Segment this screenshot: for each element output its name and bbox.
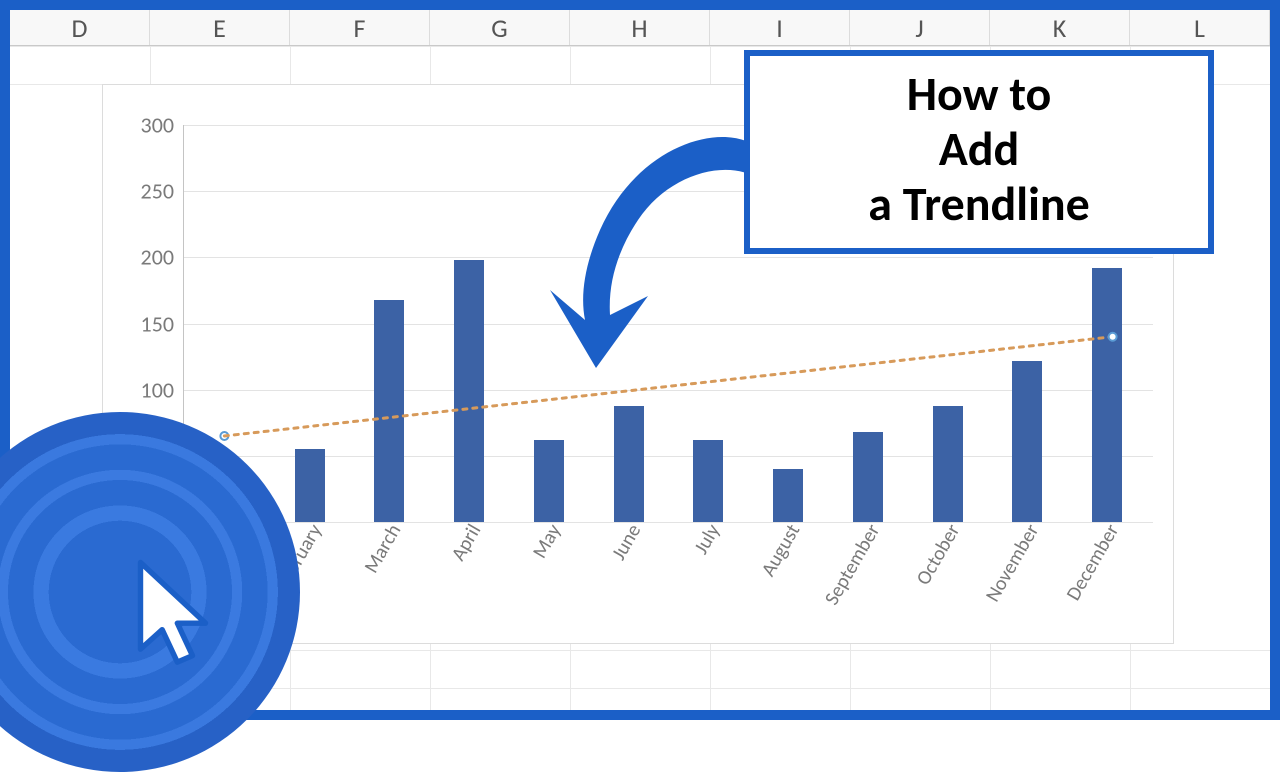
column-header-E[interactable]: E [150, 10, 290, 45]
chart-bar[interactable] [374, 300, 404, 522]
chart-trendline [184, 125, 484, 275]
x-axis-label: December [1062, 520, 1125, 605]
column-header-row: DEFGHIJKL [10, 10, 1270, 46]
chart-bar[interactable] [853, 432, 883, 522]
chart-bar[interactable] [933, 406, 963, 522]
chart-bar[interactable] [534, 440, 564, 522]
x-axis-label: November [981, 520, 1045, 606]
column-header-H[interactable]: H [570, 10, 710, 45]
column-header-D[interactable]: D [10, 10, 150, 45]
y-axis-tick: 200 [141, 244, 174, 271]
chart-bar[interactable] [773, 469, 803, 522]
x-axis-label: March [360, 520, 407, 577]
x-axis-label: August [757, 520, 806, 581]
column-header-I[interactable]: I [710, 10, 850, 45]
column-header-J[interactable]: J [850, 10, 990, 45]
chart-bar[interactable] [295, 449, 325, 522]
cursor-icon [118, 556, 228, 686]
y-axis-tick: 300 [141, 112, 174, 139]
chart-gridline [184, 522, 1153, 523]
column-header-L[interactable]: L [1130, 10, 1270, 45]
column-header-F[interactable]: F [290, 10, 430, 45]
y-axis-tick: 250 [141, 178, 174, 205]
tutorial-callout: How to Add a Trendline [744, 50, 1214, 254]
callout-line-3: a Trendline [768, 176, 1190, 231]
chart-bar[interactable] [1092, 268, 1122, 522]
chart-bar[interactable] [693, 440, 723, 522]
chart-bar[interactable] [1012, 361, 1042, 522]
x-axis-label: October [911, 520, 965, 589]
x-axis-label: July [690, 520, 726, 558]
chart-bar[interactable] [454, 260, 484, 522]
y-axis-tick: 100 [141, 376, 174, 403]
callout-line-2: Add [768, 121, 1190, 176]
x-axis-label: September [820, 520, 885, 609]
x-axis-label: May [528, 520, 566, 563]
callout-line-1: How to [768, 66, 1190, 121]
y-axis-tick: 150 [141, 310, 174, 337]
column-header-G[interactable]: G [430, 10, 570, 45]
chart-bar[interactable] [614, 406, 644, 522]
column-header-K[interactable]: K [990, 10, 1130, 45]
x-axis-label: June [606, 520, 645, 564]
x-axis-label: April [447, 520, 487, 565]
grid-hline [10, 46, 1270, 47]
